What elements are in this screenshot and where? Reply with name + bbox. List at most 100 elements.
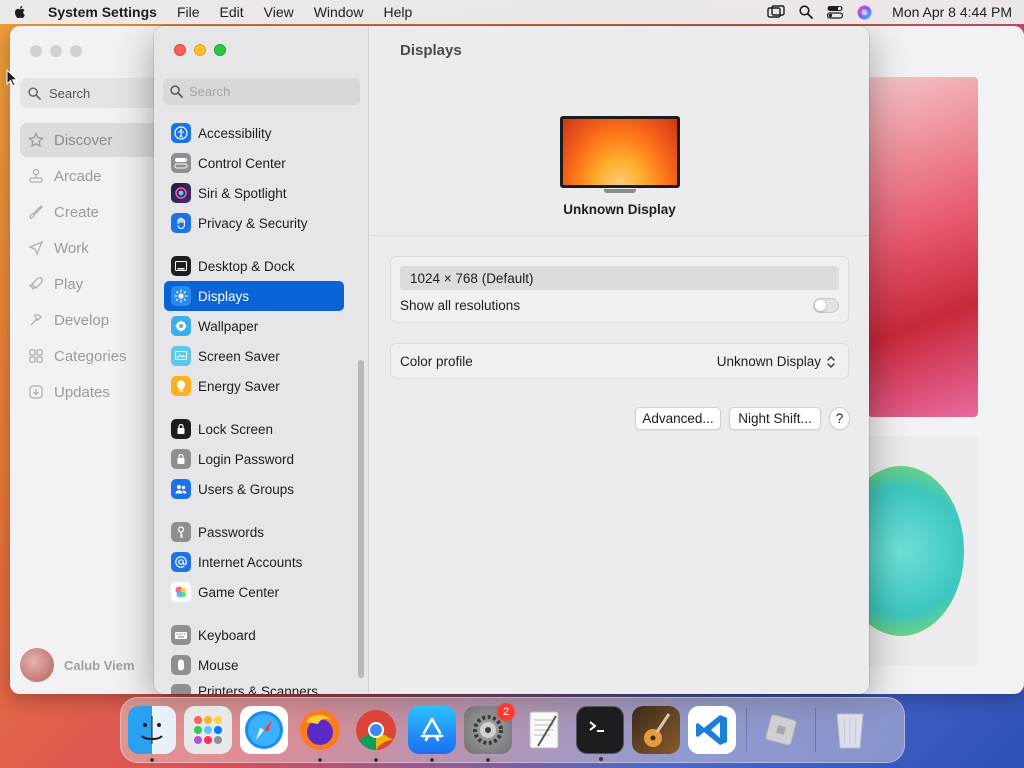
sidebar-item-lock-screen[interactable]: Lock Screen	[164, 414, 344, 444]
sidebar-item-control-center[interactable]: Control Center	[164, 148, 344, 178]
sidebar-item-label: Accessibility	[198, 125, 272, 141]
bg-nav-work[interactable]: Work	[20, 231, 160, 265]
sidebar-item-label: Keyboard	[198, 627, 256, 643]
bg-nav-label: Updates	[54, 383, 110, 401]
menu-file[interactable]: File	[177, 4, 200, 20]
color-profile-row: Color profile Unknown Display	[390, 343, 849, 379]
color-profile-select[interactable]: Unknown Display	[717, 354, 836, 369]
sidebar-item-game-center[interactable]: Game Center	[164, 577, 344, 607]
dock-safari[interactable]	[240, 706, 288, 754]
advanced-button[interactable]: Advanced...	[635, 407, 721, 430]
apple-logo-icon[interactable]	[12, 4, 28, 20]
running-indicator	[150, 758, 154, 762]
printer-icon	[171, 684, 191, 694]
sidebar-item-label: Mouse	[198, 657, 239, 673]
dock-app-store[interactable]	[408, 706, 456, 762]
menu-bar: System Settings File Edit View Window He…	[0, 0, 1024, 24]
menu-window[interactable]: Window	[314, 4, 364, 20]
sidebar-item-login-password[interactable]: Login Password	[164, 444, 344, 474]
dock-separator	[815, 708, 816, 752]
sidebar-item-displays[interactable]: Displays	[164, 281, 344, 311]
zoom-button[interactable]	[214, 44, 226, 56]
bg-user-account[interactable]: Calub Viem	[20, 648, 135, 682]
dock-trash[interactable]	[826, 706, 874, 754]
bg-nav-create[interactable]: Create	[20, 195, 160, 229]
monitor-thumbnail[interactable]	[560, 116, 680, 193]
sidebar-item-screen-saver[interactable]: Screen Saver	[164, 341, 344, 371]
page-title: Displays	[400, 42, 462, 59]
show-all-resolutions-toggle[interactable]	[813, 298, 839, 313]
monitor-wallpaper	[563, 119, 677, 185]
key-icon	[171, 522, 191, 542]
sidebar-item-users-groups[interactable]: Users & Groups	[164, 474, 344, 504]
dock-textedit[interactable]	[520, 706, 568, 754]
help-button[interactable]: ?	[829, 407, 850, 430]
bg-featured-artwork-2[interactable]	[838, 436, 978, 666]
bg-sidebar-nav: Discover Arcade Create Work Play Develop…	[20, 123, 160, 411]
sidebar-item-desktop-dock[interactable]: Desktop & Dock	[164, 251, 344, 281]
sidebar-item-siri-spotlight[interactable]: Siri & Spotlight	[164, 178, 344, 208]
menu-view[interactable]: View	[264, 4, 294, 20]
dock-terminal[interactable]	[576, 706, 624, 761]
dock-garageband[interactable]	[632, 706, 680, 754]
terminal-prompt-icon	[589, 721, 604, 732]
system-settings-window: Accessibility Control Center Siri & Spot…	[154, 26, 869, 694]
menu-help[interactable]: Help	[384, 4, 413, 20]
siri-icon[interactable]	[857, 5, 872, 20]
spotlight-search-icon[interactable]	[799, 5, 814, 19]
resolution-option-selected[interactable]: 1024 × 768 (Default)	[400, 266, 839, 290]
sidebar-item-passwords[interactable]: Passwords	[164, 517, 344, 547]
running-indicator	[318, 758, 322, 762]
sidebar-item-label: Energy Saver	[198, 378, 280, 394]
close-button[interactable]	[174, 44, 186, 56]
bg-nav-label: Create	[54, 203, 100, 221]
launchpad-grid-icon	[194, 716, 222, 744]
color-profile-label: Color profile	[400, 354, 473, 369]
search-input[interactable]	[189, 84, 349, 99]
bg-featured-artwork[interactable]	[868, 77, 978, 417]
settings-sidebar: Accessibility Control Center Siri & Spot…	[154, 26, 369, 694]
dock-chrome[interactable]	[352, 706, 400, 762]
screen-mirroring-icon[interactable]	[767, 5, 785, 19]
safari-compass-icon	[245, 711, 283, 749]
menu-edit[interactable]: Edit	[220, 4, 244, 20]
chrome-icon	[356, 710, 396, 750]
night-shift-button[interactable]: Night Shift...	[729, 407, 821, 430]
brush-icon	[29, 205, 43, 219]
sidebar-item-accessibility[interactable]: Accessibility	[164, 118, 344, 148]
display-name: Unknown Display	[563, 202, 676, 217]
menu-app-name[interactable]: System Settings	[48, 4, 157, 20]
sidebar-item-internet-accounts[interactable]: Internet Accounts	[164, 547, 344, 577]
settings-search[interactable]	[163, 78, 360, 105]
sidebar-item-energy-saver[interactable]: Energy Saver	[164, 371, 344, 401]
sidebar-item-label: Displays	[198, 288, 250, 304]
sidebar-scrollbar[interactable]	[358, 360, 364, 678]
padlock-icon	[171, 449, 191, 469]
dock-vscode[interactable]	[688, 706, 736, 754]
dock-roblox[interactable]	[757, 706, 805, 754]
bg-nav-develop[interactable]: Develop	[20, 303, 160, 337]
bg-nav-categories[interactable]: Categories	[20, 339, 160, 373]
bg-nav-arcade[interactable]: Arcade	[20, 159, 160, 193]
search-icon	[28, 86, 41, 100]
bg-search-field[interactable]: Search	[20, 78, 160, 108]
dock-system-settings[interactable]: 2	[464, 703, 515, 762]
sidebar-item-keyboard[interactable]: Keyboard	[164, 620, 344, 650]
sidebar-item-mouse[interactable]: Mouse	[164, 650, 344, 680]
bg-nav-updates[interactable]: Updates	[20, 375, 160, 409]
sidebar-item-privacy-security[interactable]: Privacy & Security	[164, 208, 344, 238]
control-center-icon[interactable]	[827, 5, 844, 19]
minimize-button[interactable]	[194, 44, 206, 56]
dock-firefox[interactable]	[296, 706, 344, 762]
sidebar-item-printers-scanners[interactable]: Printers & Scanners	[164, 680, 344, 694]
bg-nav-discover[interactable]: Discover	[20, 123, 160, 157]
sidebar-item-wallpaper[interactable]: Wallpaper	[164, 311, 344, 341]
dock-finder[interactable]	[128, 706, 176, 762]
avatar	[20, 648, 54, 682]
sidebar-item-label: Siri & Spotlight	[198, 185, 287, 201]
dock: 2	[120, 697, 905, 763]
dock-launchpad[interactable]	[184, 706, 232, 754]
at-sign-icon	[171, 552, 191, 572]
menu-clock[interactable]: Mon Apr 8 4:44 PM	[892, 4, 1012, 20]
bg-nav-play[interactable]: Play	[20, 267, 160, 301]
